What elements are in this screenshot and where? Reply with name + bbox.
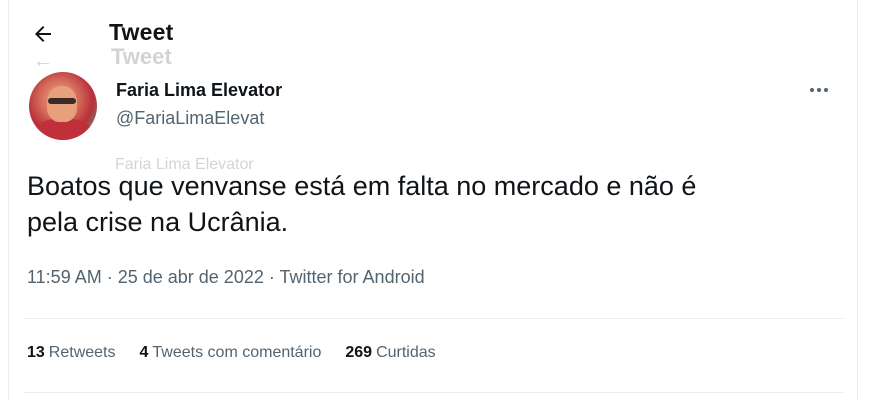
likes-label: Curtidas	[376, 344, 436, 361]
quotes-label: Tweets com comentário	[152, 344, 322, 361]
retweets-stat[interactable]: 13 Retweets	[27, 344, 116, 362]
tweet-text-line-1: Boatos que venvanse está em falta no mer…	[27, 171, 697, 201]
tweet-meta: 11:59 AM · 25 de abr de 2022 · Twitter f…	[27, 267, 425, 288]
avatar-glasses	[48, 98, 76, 104]
author-handle[interactable]: @FariaLimaElevat	[116, 108, 264, 129]
quotes-count: 4	[139, 344, 149, 361]
likes-count: 269	[345, 344, 373, 361]
tweet-header: Tweet	[9, 14, 857, 54]
tweet-time[interactable]: 11:59 AM	[27, 267, 102, 287]
likes-stat[interactable]: 269 Curtidas	[345, 344, 435, 362]
quotes-stat[interactable]: 4 Tweets com comentário	[140, 344, 322, 362]
tweet-stats: 13 Retweets 4 Tweets com comentário 269 Cur…	[27, 344, 436, 362]
divider	[23, 392, 843, 393]
tweet-source[interactable]: Twitter for Android	[280, 267, 425, 287]
meta-separator-2: ·	[263, 267, 280, 287]
retweets-label: Retweets	[48, 344, 116, 361]
more-options-icon[interactable]	[807, 82, 831, 98]
retweets-count: 13	[27, 344, 45, 361]
avatar[interactable]	[29, 72, 97, 140]
author-display-name[interactable]: Faria Lima Elevator	[116, 80, 282, 101]
tweet-text-line-2: pela crise na Ucrânia.	[27, 207, 289, 237]
avatar-face	[47, 86, 77, 122]
tweet-text: Boatos que venvanse está em falta no mer…	[27, 168, 847, 240]
tweet-date[interactable]: 25 de abr de 2022	[118, 267, 264, 287]
page-title: Tweet	[109, 19, 174, 45]
meta-separator-1: ·	[101, 267, 118, 287]
arrow-left-icon[interactable]	[31, 22, 55, 46]
divider	[23, 318, 843, 319]
tweet-card: Tweet ← Tweet Faria Lima Elevator Faria …	[8, 0, 858, 400]
